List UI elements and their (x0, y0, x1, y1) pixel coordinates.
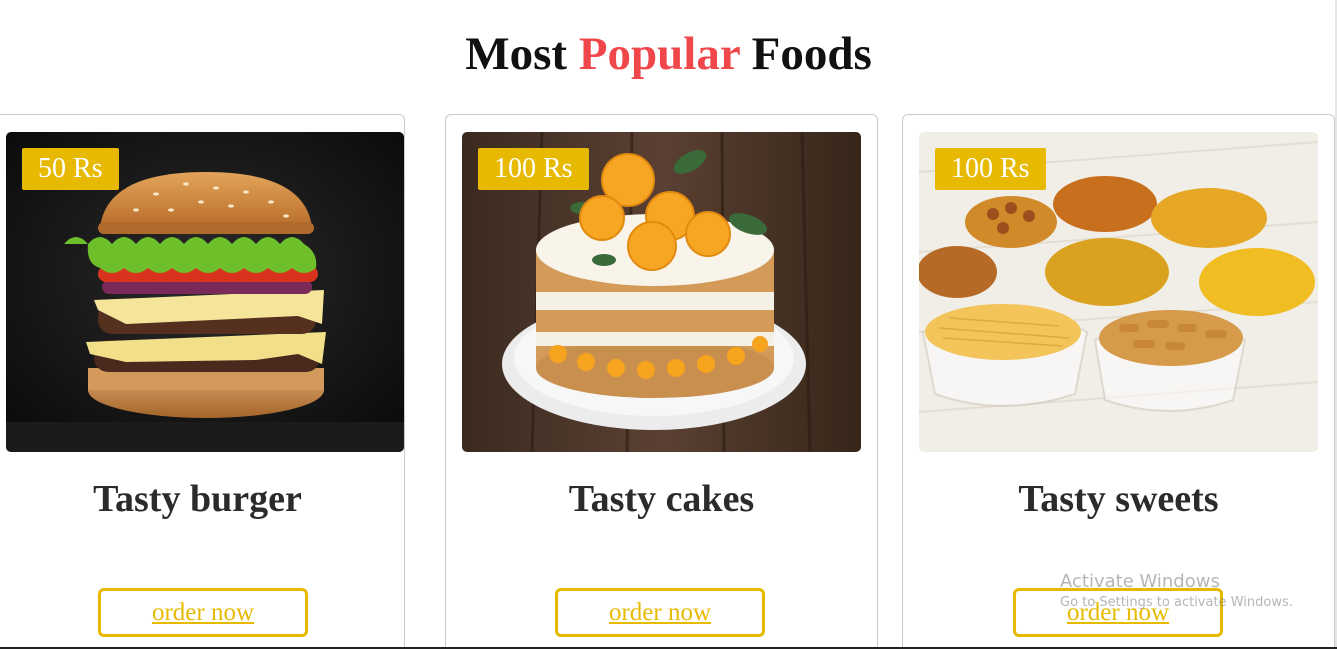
card-title: Tasty sweets (1018, 478, 1219, 520)
price-badge: 50 Rs (22, 148, 119, 190)
food-card-sweets: 100 Rs Tasty sweets order now (902, 114, 1335, 649)
price-badge: 100 Rs (935, 148, 1046, 190)
food-card-cakes: 100 Rs Tasty cakes order now (445, 114, 878, 649)
order-now-button[interactable]: order now (555, 588, 765, 637)
page: Most Popular Foods 50 Rs Tasty burger or… (0, 0, 1337, 649)
price-badge: 100 Rs (478, 148, 589, 190)
burger-image: 50 Rs (6, 132, 404, 452)
order-now-button[interactable]: order now (1013, 588, 1223, 637)
snacks-image: 100 Rs (919, 132, 1318, 452)
cake-image: 100 Rs (462, 132, 861, 452)
food-card-burger: 50 Rs Tasty burger order now (0, 114, 405, 649)
heading-accent-text: Popular (578, 28, 740, 80)
card-title: Tasty cakes (568, 478, 755, 520)
heading-text-after: Foods (739, 28, 872, 80)
section-heading: Most Popular Foods (0, 26, 1337, 82)
order-now-button[interactable]: order now (98, 588, 308, 637)
card-title: Tasty burger (93, 478, 302, 520)
heading-text-before: Most (465, 28, 579, 80)
